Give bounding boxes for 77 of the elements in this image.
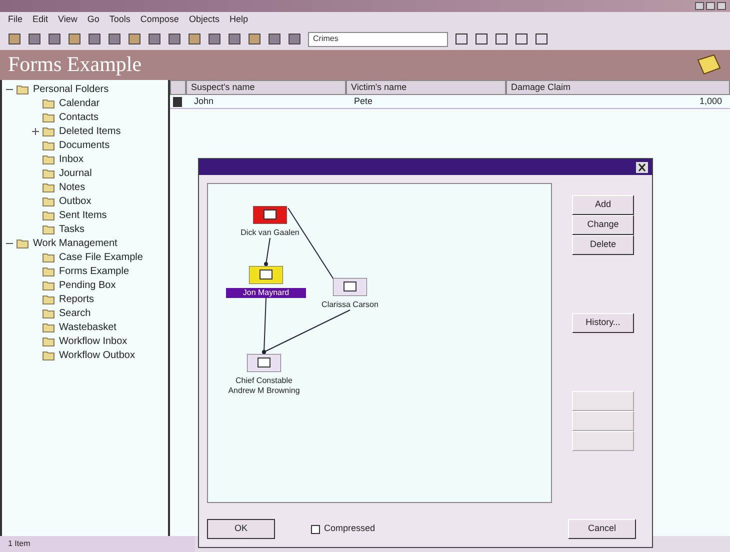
dialog-button[interactable]: Add bbox=[572, 195, 634, 215]
folder-item[interactable]: Case File Example bbox=[59, 250, 143, 264]
connector-arrow bbox=[264, 238, 270, 266]
folder-item[interactable]: Tasks bbox=[59, 222, 85, 236]
folder-icon bbox=[42, 224, 55, 234]
folder-icon bbox=[42, 210, 55, 220]
folder-icon bbox=[42, 266, 55, 276]
folder-combo[interactable]: Crimes bbox=[308, 32, 448, 46]
folder-icon bbox=[42, 140, 55, 150]
folder-item[interactable]: Inbox bbox=[59, 152, 84, 166]
folder-item[interactable]: Personal Folders bbox=[33, 82, 109, 96]
column-header[interactable]: Victim's name bbox=[346, 80, 506, 95]
folder-icon bbox=[42, 294, 55, 304]
cancel-button[interactable]: Cancel bbox=[568, 519, 636, 539]
folder-icon bbox=[696, 54, 722, 76]
expand-icon[interactable] bbox=[32, 128, 39, 134]
workflow-node-icon[interactable] bbox=[249, 266, 283, 284]
menu-item[interactable]: File bbox=[8, 13, 23, 27]
folder-icon bbox=[42, 280, 55, 290]
node-label[interactable]: Jon Maynard bbox=[226, 288, 306, 298]
menu-item[interactable]: View bbox=[58, 13, 78, 27]
dialog-button[interactable]: Change bbox=[572, 215, 634, 235]
menu-item[interactable]: Tools bbox=[109, 13, 130, 27]
menu-item[interactable]: Go bbox=[87, 13, 100, 27]
folder-item[interactable]: Reports bbox=[59, 292, 94, 306]
dialog-button[interactable]: Delete bbox=[572, 235, 634, 255]
folder-item[interactable]: Calendar bbox=[59, 96, 100, 110]
folder-icon bbox=[16, 238, 29, 248]
folder-item[interactable]: Forms Example bbox=[59, 264, 130, 278]
folder-item[interactable]: Work Management bbox=[33, 236, 118, 250]
folder-item[interactable]: Wastebasket bbox=[59, 320, 116, 334]
folder-icon bbox=[42, 154, 55, 164]
status-bar: 1 Item bbox=[0, 536, 195, 552]
folder-icon bbox=[42, 112, 55, 122]
folder-icon bbox=[42, 308, 55, 318]
folder-icon bbox=[42, 350, 55, 360]
menu-item[interactable]: Objects bbox=[188, 13, 220, 27]
close-icon[interactable] bbox=[636, 162, 648, 172]
node-label[interactable]: Clarissa Carson bbox=[310, 300, 390, 310]
workflow-node-icon[interactable] bbox=[333, 278, 367, 296]
folder-item[interactable]: Journal bbox=[59, 166, 92, 180]
folder-icon bbox=[42, 168, 55, 178]
folder-icon bbox=[42, 182, 55, 192]
ok-button[interactable]: OK bbox=[207, 519, 275, 539]
folder-item[interactable]: Notes bbox=[59, 180, 86, 194]
table-cell-text: 1,000 bbox=[698, 94, 723, 108]
folder-icon bbox=[42, 98, 55, 108]
table-cell-text: John bbox=[193, 94, 215, 108]
node-label[interactable]: Chief Constable Andrew M Browning bbox=[224, 376, 304, 396]
column-header[interactable]: Suspect's name bbox=[186, 80, 346, 95]
node-label[interactable]: Dick van Gaalen bbox=[230, 228, 310, 238]
folder-item[interactable]: Pending Box bbox=[59, 278, 116, 292]
folder-item[interactable]: Deleted Items bbox=[59, 124, 121, 138]
table-cell-text: Pete bbox=[353, 94, 374, 108]
banner-title: Forms Example bbox=[8, 51, 142, 78]
folder-item[interactable]: Sent Items bbox=[59, 208, 107, 222]
menu-item[interactable]: Help bbox=[229, 13, 248, 27]
column-header[interactable]: Damage Claim bbox=[506, 80, 730, 95]
folder-icon bbox=[42, 196, 55, 206]
folder-icon bbox=[42, 322, 55, 332]
folder-item[interactable]: Documents bbox=[59, 138, 110, 152]
folder-item[interactable]: Search bbox=[59, 306, 91, 320]
checkbox-label: Compressed bbox=[324, 522, 376, 536]
menu-item[interactable]: Compose bbox=[140, 13, 179, 27]
workflow-node-icon[interactable] bbox=[247, 354, 281, 372]
folder-icon bbox=[16, 84, 29, 94]
folder-icon bbox=[42, 336, 55, 346]
compressed-checkbox[interactable] bbox=[311, 524, 320, 534]
folder-icon bbox=[42, 126, 55, 136]
folder-item[interactable]: Contacts bbox=[59, 110, 98, 124]
folder-item[interactable]: Outbox bbox=[59, 194, 92, 208]
menu-item[interactable]: Edit bbox=[32, 13, 48, 27]
folder-item[interactable]: Workflow Inbox bbox=[59, 334, 128, 348]
workflow-node-icon[interactable] bbox=[253, 206, 287, 224]
dialog-button[interactable]: History... bbox=[572, 313, 634, 333]
folder-item[interactable]: Workflow Outbox bbox=[59, 348, 135, 362]
folder-icon bbox=[42, 252, 55, 262]
